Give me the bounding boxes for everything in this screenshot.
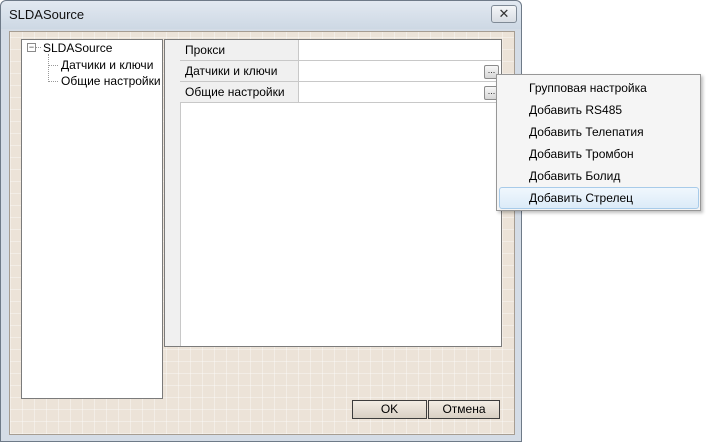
- property-value-field[interactable]: ...: [299, 61, 501, 81]
- tree-node-general-settings[interactable]: Общие настройки: [61, 74, 161, 88]
- collapse-icon[interactable]: −: [27, 43, 36, 52]
- menu-item-add-strelets[interactable]: Добавить Стрелец: [499, 187, 699, 209]
- tree-connector: [48, 65, 58, 66]
- property-row-proxy[interactable]: Прокси: [180, 40, 501, 61]
- property-grid: Прокси Датчики и ключи ... Общие настрой…: [164, 39, 502, 347]
- menu-item-add-trombon[interactable]: Добавить Тромбон: [499, 143, 699, 165]
- property-name: Датчики и ключи: [180, 61, 299, 81]
- context-menu: Групповая настройка Добавить RS485 Добав…: [496, 74, 701, 211]
- property-name: Общие настройки: [180, 82, 299, 102]
- window-title: SLDASource: [9, 7, 85, 22]
- tree-connector: [48, 81, 58, 82]
- close-icon: ✕: [498, 6, 510, 21]
- property-row-sensors[interactable]: Датчики и ключи ...: [180, 61, 501, 82]
- property-value-field[interactable]: ...: [299, 82, 501, 102]
- property-value-field[interactable]: [299, 40, 501, 60]
- tree-view[interactable]: [21, 39, 163, 399]
- property-row-general-settings[interactable]: Общие настройки ...: [180, 82, 501, 103]
- menu-item-group-settings[interactable]: Групповая настройка: [499, 77, 699, 99]
- menu-item-add-bolid[interactable]: Добавить Болид: [499, 165, 699, 187]
- title-bar[interactable]: SLDASource ✕: [1, 1, 521, 29]
- close-button[interactable]: ✕: [491, 5, 517, 23]
- menu-item-add-rs485[interactable]: Добавить RS485: [499, 99, 699, 121]
- tree-connector: [48, 54, 49, 82]
- tree-node-sensors[interactable]: Датчики и ключи: [61, 58, 153, 72]
- cancel-button[interactable]: Отмена: [428, 400, 500, 419]
- tree-connector: [36, 47, 41, 48]
- property-name: Прокси: [180, 40, 299, 60]
- ok-button[interactable]: OK: [352, 400, 427, 419]
- tree-node-root[interactable]: SLDASource: [43, 41, 112, 55]
- menu-item-add-telepatiya[interactable]: Добавить Телепатия: [499, 121, 699, 143]
- grid-gutter: [165, 40, 181, 346]
